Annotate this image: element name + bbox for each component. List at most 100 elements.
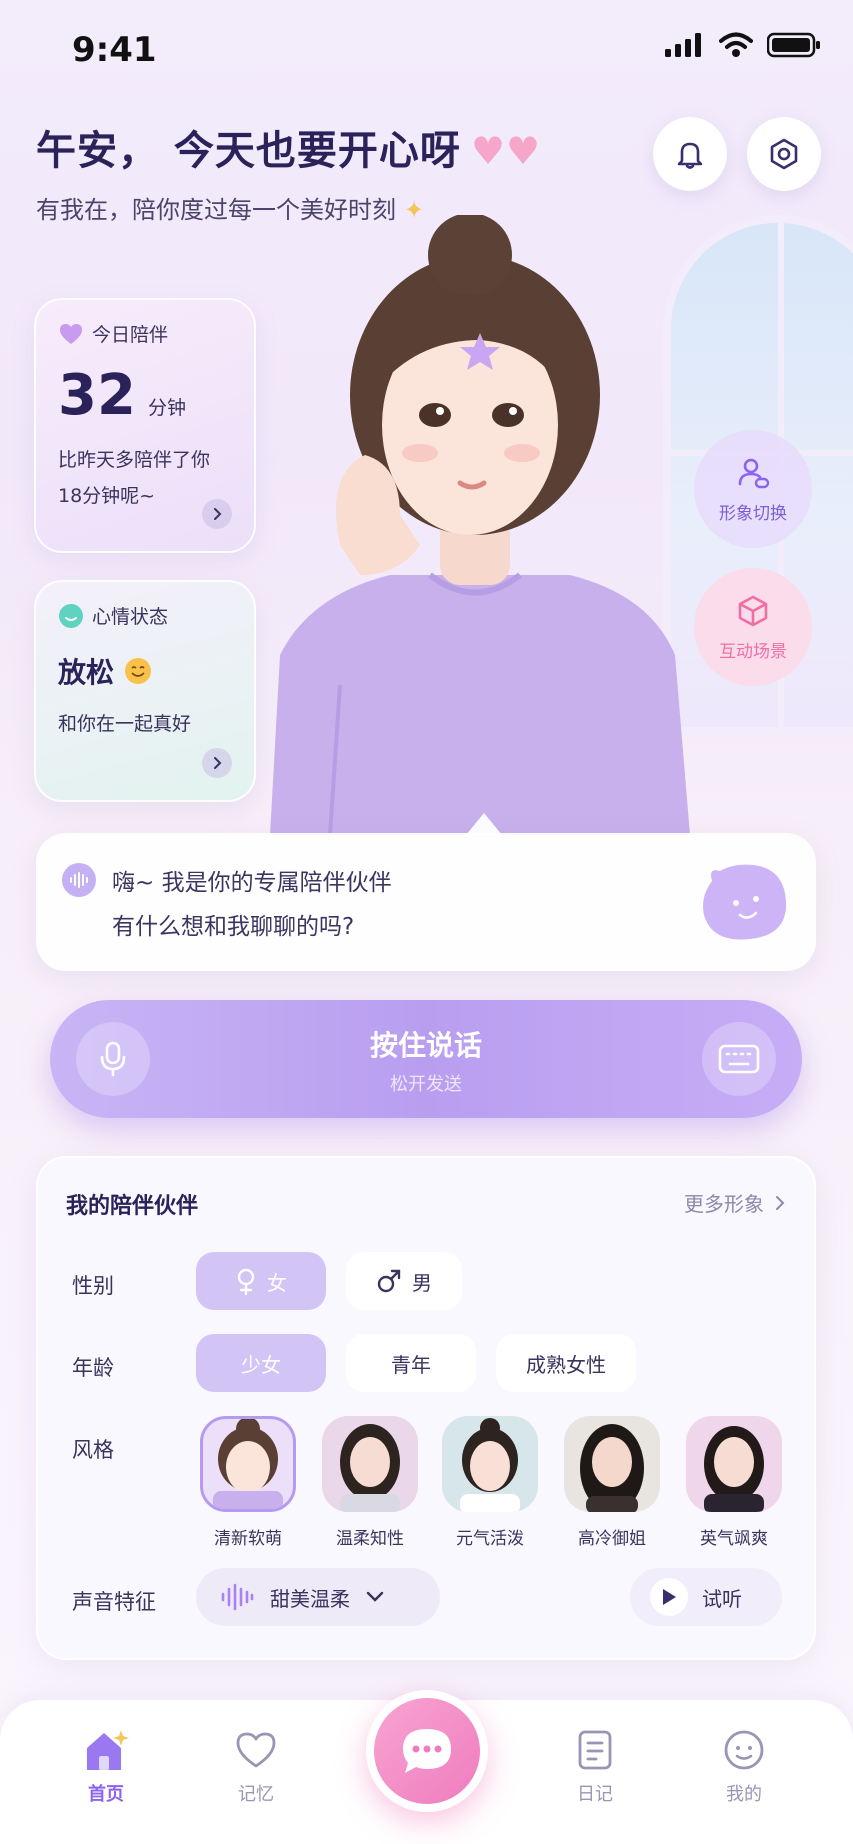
age-chip-young[interactable]: 青年 xyxy=(346,1334,476,1392)
keyboard-button[interactable] xyxy=(702,1022,776,1096)
bubble-line2: 有什么想和我聊聊的吗? xyxy=(112,914,355,940)
panel-title: 我的陪伴伙伴 xyxy=(66,1194,199,1219)
more-avatars-link[interactable]: 更多形象 xyxy=(684,1188,786,1217)
voice-wave-icon xyxy=(62,863,96,897)
release-to-send-label: 松开发送 xyxy=(390,1074,462,1095)
voice-feature-label: 声音特征 xyxy=(72,1590,156,1614)
gender-male-label: 男 xyxy=(412,1270,432,1295)
gender-label: 性别 xyxy=(72,1274,114,1298)
play-icon xyxy=(650,1578,688,1616)
listen-button[interactable]: 试听 xyxy=(630,1568,782,1626)
companion-settings-panel: 我的陪伴伙伴 更多形象 性别 女 男 年龄 少女 青年 成熟女性 风格 清新软萌… xyxy=(36,1156,816,1660)
person-switch-icon xyxy=(738,458,770,488)
tab-mine-label: 我的 xyxy=(726,1784,762,1805)
style-avatar xyxy=(564,1416,660,1512)
greeting-title: 午安， 今天也要开心呀 ♥♥ xyxy=(36,118,541,176)
sound-wave-icon xyxy=(221,1583,254,1611)
wifi-icon xyxy=(719,32,753,57)
age-chip-label: 青年 xyxy=(391,1352,431,1377)
style-option-3[interactable]: 元气活泼 xyxy=(442,1416,538,1549)
today-companion-card[interactable]: 今日陪伴 32 分钟 比昨天多陪伴了你 18分钟呢~ xyxy=(34,298,256,553)
female-symbol-icon xyxy=(237,1268,255,1295)
avatar-switch-button[interactable]: 形象切换 xyxy=(694,430,812,548)
status-bar: 9:41 xyxy=(0,0,853,100)
listen-label: 试听 xyxy=(702,1586,742,1611)
tab-diary[interactable]: 日记 xyxy=(545,1726,645,1806)
chevron-right-icon xyxy=(214,508,222,520)
age-chip-girl[interactable]: 少女 xyxy=(196,1334,326,1392)
hold-to-talk-label: 按住说话 xyxy=(369,1029,482,1062)
male-symbol-icon xyxy=(377,1269,401,1293)
chevron-right-icon xyxy=(214,757,222,769)
cube-icon xyxy=(738,595,768,626)
settings-button[interactable] xyxy=(747,117,821,191)
smiling-emoji-icon xyxy=(125,658,152,684)
settings-hexagon-icon xyxy=(770,138,798,170)
style-option-5[interactable]: 英气飒爽 xyxy=(686,1416,782,1549)
mood-value: 放松 xyxy=(58,656,115,689)
style-name: 清新软萌 xyxy=(214,1529,282,1549)
style-option-2[interactable]: 温柔知性 xyxy=(322,1416,418,1549)
voice-select-value: 甜美温柔 xyxy=(270,1586,350,1611)
gender-female-chip[interactable]: 女 xyxy=(196,1252,326,1310)
style-name: 英气飒爽 xyxy=(700,1529,768,1549)
companion-character-illustration xyxy=(270,215,690,835)
tab-mine[interactable]: 我的 xyxy=(694,1726,794,1806)
today-card-title: 今日陪伴 xyxy=(92,324,169,346)
bubble-line1: 嗨~ 我是你的专属陪伴伙伴 xyxy=(112,870,392,896)
smile-face-icon xyxy=(59,603,83,628)
tab-home[interactable]: 首页 xyxy=(56,1726,156,1806)
today-card-chevron[interactable] xyxy=(202,499,232,529)
style-avatar xyxy=(686,1416,782,1512)
greeting-text: 午安， 今天也要开心呀 xyxy=(36,128,461,174)
today-value-row: 32 分钟 xyxy=(58,363,232,428)
age-chip-label: 成熟女性 xyxy=(526,1352,606,1377)
notification-button[interactable] xyxy=(653,117,727,191)
mood-card[interactable]: 心情状态 放松 和你在一起真好 xyxy=(34,580,256,802)
hearts-icon: ♥♥ xyxy=(470,129,542,173)
chevron-right-icon xyxy=(776,1195,785,1210)
style-name: 高冷御姐 xyxy=(578,1529,646,1549)
tab-memory-label: 记忆 xyxy=(238,1784,274,1805)
style-option-1[interactable]: 清新软萌 xyxy=(200,1416,296,1549)
age-chip-mature[interactable]: 成熟女性 xyxy=(496,1334,636,1392)
home-icon xyxy=(87,1730,129,1770)
chat-bubble-icon xyxy=(403,1729,451,1773)
avatar-switch-label: 形象切换 xyxy=(719,503,787,524)
style-avatar xyxy=(442,1416,538,1512)
cellular-signal-icon xyxy=(665,33,701,57)
bubble-tail xyxy=(466,813,502,835)
today-minutes-value: 32 xyxy=(58,363,136,428)
mood-value-row: 放松 xyxy=(58,651,232,691)
style-option-4[interactable]: 高冷御姐 xyxy=(564,1416,660,1549)
profile-face-icon xyxy=(724,1730,764,1770)
hold-to-talk-button[interactable]: 按住说话 松开发送 xyxy=(50,1000,802,1118)
keyboard-icon xyxy=(718,1044,760,1074)
status-time: 9:41 xyxy=(72,30,157,70)
gender-male-chip[interactable]: 男 xyxy=(346,1252,462,1310)
mood-card-chevron[interactable] xyxy=(202,748,232,778)
age-chip-label: 少女 xyxy=(241,1352,281,1377)
chevron-down-icon xyxy=(366,1591,384,1602)
mood-card-header: 心情状态 xyxy=(58,602,232,629)
bell-icon xyxy=(677,142,703,169)
voice-select[interactable]: 甜美温柔 xyxy=(196,1568,440,1626)
heart-outline-icon xyxy=(236,1732,276,1768)
style-label: 风格 xyxy=(72,1438,114,1462)
battery-icon xyxy=(767,32,820,58)
notebook-icon xyxy=(578,1730,612,1770)
today-minutes-unit: 分钟 xyxy=(147,397,186,419)
greeting-bubble: 嗨~ 我是你的专属陪伴伙伴 有什么想和我聊聊的吗? xyxy=(36,813,816,971)
age-label: 年龄 xyxy=(72,1356,114,1380)
more-avatars-label: 更多形象 xyxy=(684,1192,764,1216)
style-avatar xyxy=(322,1416,418,1512)
chat-fab-button[interactable] xyxy=(366,1690,488,1812)
interaction-scene-button[interactable]: 互动场景 xyxy=(694,568,812,686)
interaction-scene-label: 互动场景 xyxy=(719,641,787,662)
mood-card-title: 心情状态 xyxy=(92,606,169,628)
heart-icon xyxy=(60,323,82,344)
style-avatar xyxy=(200,1416,296,1512)
tab-memory[interactable]: 记忆 xyxy=(206,1726,306,1806)
style-name: 温柔知性 xyxy=(336,1529,404,1549)
style-name: 元气活泼 xyxy=(456,1529,524,1549)
